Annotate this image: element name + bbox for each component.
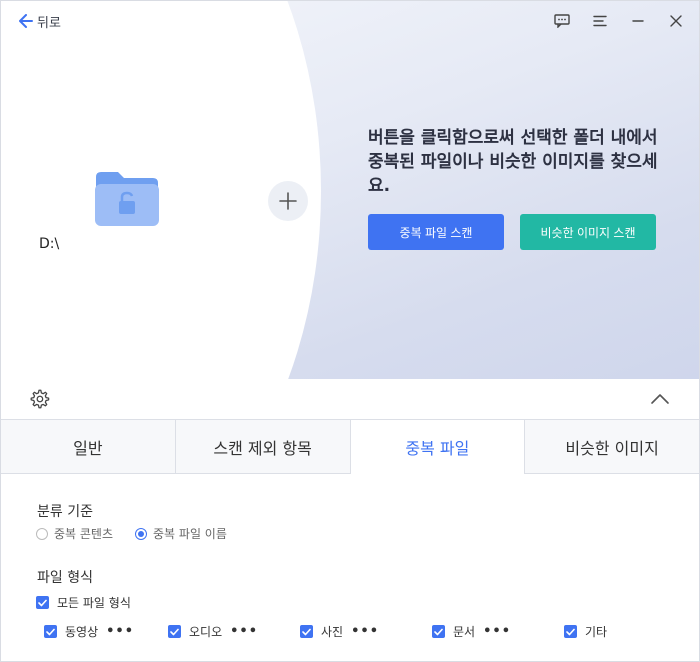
radio-duplicate-name[interactable]: 중복 파일 이름 <box>135 525 227 542</box>
checkbox-label: 동영상 <box>65 625 99 639</box>
checkbox-photo[interactable]: 사진 <box>300 623 343 640</box>
check-icon <box>38 599 47 606</box>
check-icon <box>566 628 575 635</box>
check-icon <box>46 628 55 635</box>
chat-icon <box>554 14 570 28</box>
arrow-left-icon <box>19 14 33 28</box>
minimize-icon <box>632 20 644 22</box>
radio-indicator-checked <box>135 527 148 540</box>
more-options-button[interactable]: ••• <box>483 624 511 639</box>
window-controls <box>551 10 687 32</box>
more-options-button[interactable]: ••• <box>351 624 379 639</box>
file-type-list: 동영상 ••• 오디오 ••• 사진 ••• 문서 ••• 기타 <box>44 623 644 641</box>
close-icon <box>670 15 682 27</box>
scan-similar-images-button[interactable]: 비슷한 이미지 스캔 <box>520 214 656 250</box>
tab-scan-exclusions[interactable]: 스캔 제외 항목 <box>175 420 351 474</box>
gear-icon[interactable] <box>28 388 50 410</box>
checkbox-checked <box>168 625 181 638</box>
scan-duplicate-files-button[interactable]: 중복 파일 스캔 <box>368 214 504 250</box>
radio-label: 중복 콘텐츠 <box>54 527 114 541</box>
checkbox-label: 모든 파일 형식 <box>57 596 131 610</box>
checkbox-label: 기타 <box>585 625 608 639</box>
checkbox-label: 사진 <box>321 625 344 639</box>
menu-icon <box>593 15 607 27</box>
more-options-button[interactable]: ••• <box>106 624 134 639</box>
more-options-button[interactable]: ••• <box>230 624 258 639</box>
hero-panel: 뒤로 D:\ 버튼을 클릭함으로써 선택한 폴더 내에서 중복된 파일이나 비슷… <box>1 1 699 379</box>
settings-tabs: 일반 스캔 제외 항목 중복 파일 비슷한 이미지 <box>1 419 699 474</box>
tab-similar-images[interactable]: 비슷한 이미지 <box>525 420 699 474</box>
radio-indicator <box>36 527 48 540</box>
checkbox-label: 오디오 <box>189 625 223 639</box>
checkbox-label: 문서 <box>453 625 476 639</box>
checkbox-checked <box>432 625 445 638</box>
app-window: 뒤로 D:\ 버튼을 클릭함으로써 선택한 폴더 내에서 중복된 파일이나 비슷… <box>0 0 700 662</box>
file-type-title: 파일 형식 <box>37 570 93 586</box>
minimize-button[interactable] <box>627 10 649 32</box>
drive-label: D:\ <box>39 236 60 252</box>
checkbox-checked <box>44 625 57 638</box>
back-button[interactable]: 뒤로 <box>19 11 61 31</box>
checkbox-checked <box>300 625 313 638</box>
settings-bar <box>1 379 699 419</box>
classification-title: 분류 기준 <box>37 504 93 520</box>
menu-button[interactable] <box>589 10 611 32</box>
file-type-other: 기타 <box>564 623 607 640</box>
file-type-video: 동영상 ••• <box>44 623 134 640</box>
checkbox-all-file-types[interactable]: 모든 파일 형식 <box>36 594 131 611</box>
checkbox-checked <box>36 596 49 609</box>
checkbox-video[interactable]: 동영상 <box>44 623 98 640</box>
feedback-button[interactable] <box>551 10 573 32</box>
file-type-document: 문서 ••• <box>432 623 511 640</box>
close-button[interactable] <box>665 10 687 32</box>
hero-message: 버튼을 클릭함으로써 선택한 폴더 내에서 중복된 파일이나 비슷한 이미지를 … <box>368 128 658 196</box>
check-icon <box>302 628 311 635</box>
classification-options: 중복 콘텐츠 중복 파일 이름 <box>36 525 227 542</box>
checkbox-other[interactable]: 기타 <box>564 623 607 640</box>
checkbox-audio[interactable]: 오디오 <box>168 623 222 640</box>
chevron-up-icon[interactable] <box>649 391 671 407</box>
folder-lock-icon[interactable] <box>94 171 160 227</box>
add-folder-button[interactable] <box>268 181 308 221</box>
check-icon <box>170 628 179 635</box>
file-type-photo: 사진 ••• <box>300 623 379 640</box>
checkbox-checked <box>564 625 577 638</box>
back-label: 뒤로 <box>37 15 61 31</box>
radio-label: 중복 파일 이름 <box>153 527 227 541</box>
check-icon <box>434 628 443 635</box>
tab-general[interactable]: 일반 <box>1 420 176 474</box>
checkbox-document[interactable]: 문서 <box>432 623 475 640</box>
plus-icon <box>279 192 297 210</box>
tab-duplicate-files[interactable]: 중복 파일 <box>350 420 526 474</box>
radio-duplicate-content[interactable]: 중복 콘텐츠 <box>36 525 113 542</box>
file-type-audio: 오디오 ••• <box>168 623 258 640</box>
